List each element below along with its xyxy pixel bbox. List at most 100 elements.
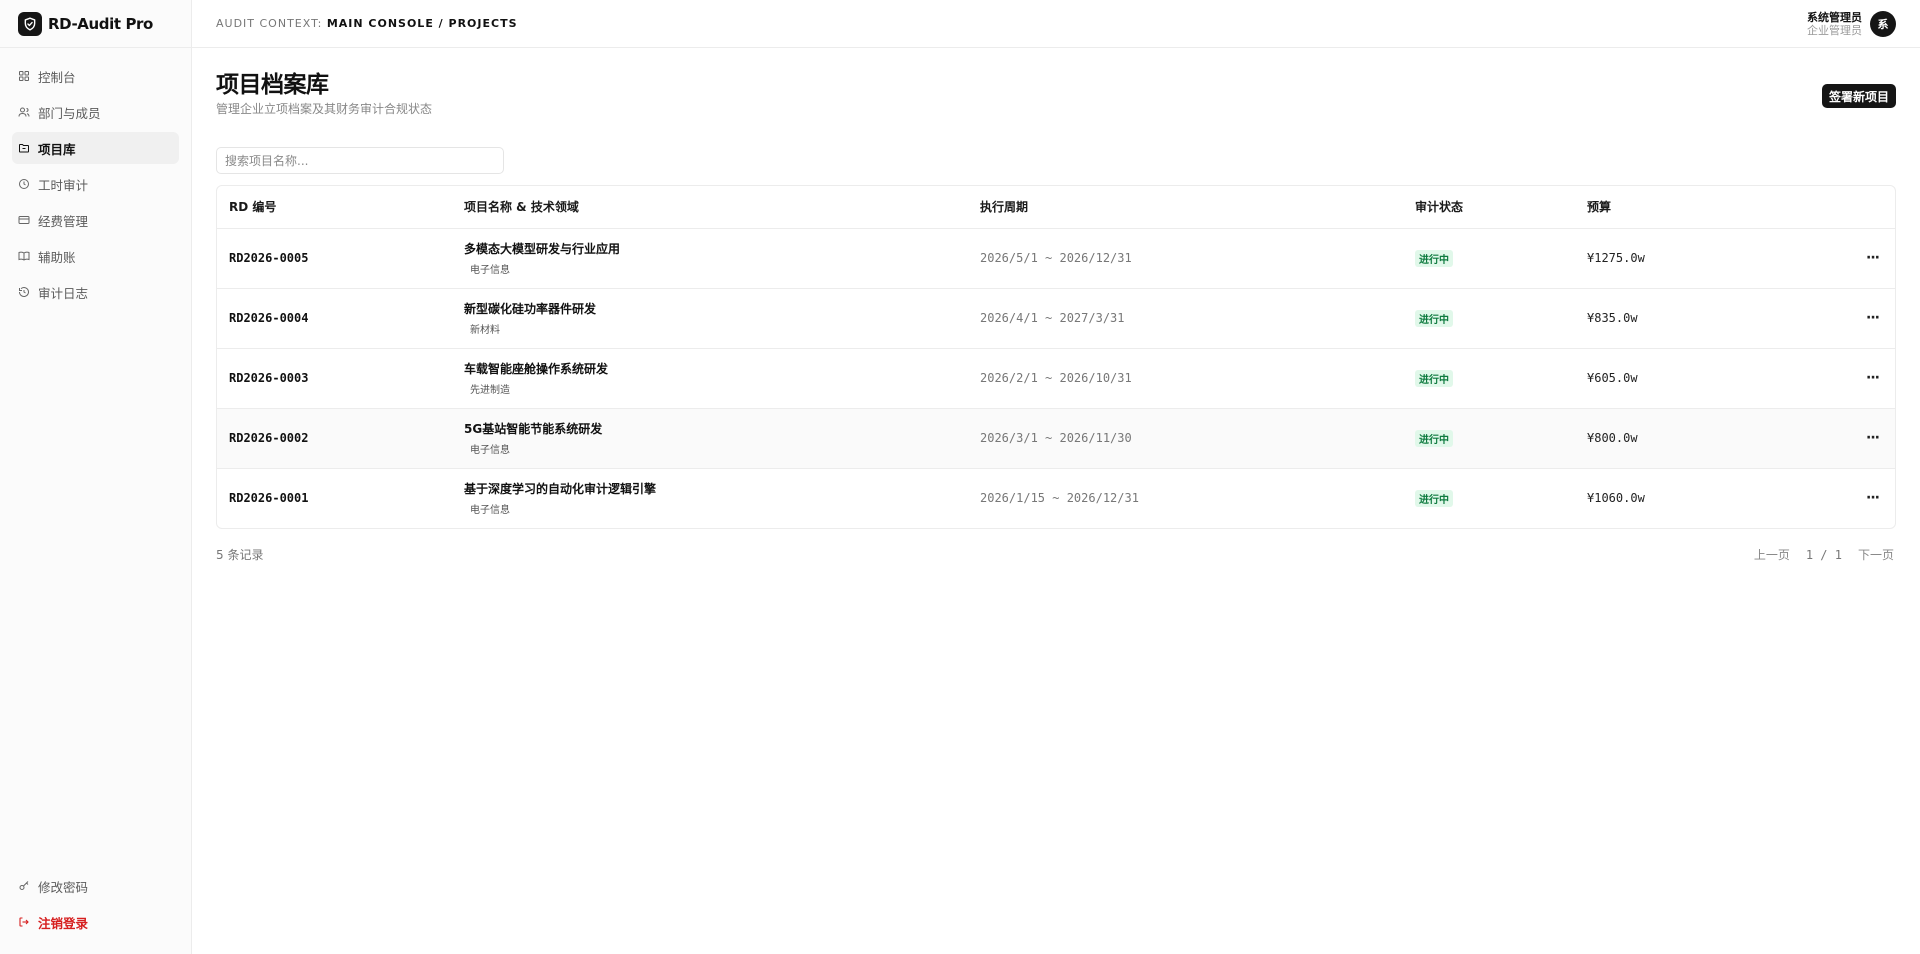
status-badge: 进行中 [1415,429,1453,447]
key-icon [18,880,30,892]
brand[interactable]: RD-Audit Pro [0,0,191,48]
table-header-row: RD 编号 项目名称 & 技术领域 执行周期 审计状态 预算 [217,186,1895,229]
project-name[interactable]: 基于深度学习的自动化审计逻辑引擎 [464,480,980,497]
project-name[interactable]: 5G基站智能节能系统研发 [464,420,980,437]
change-password-label: 修改密码 [38,879,89,895]
sidebar-item-dashboard[interactable]: 控制台 [12,60,179,92]
table-row[interactable]: RD2026-0002 5G基站智能节能系统研发电子信息 2026/3/1 ~ … [217,408,1895,469]
main-content: 项目档案库 管理企业立项档案及其财务审计合规状态 签署新项目 RD 编号 项目名… [216,48,1896,565]
column-header-id[interactable]: RD 编号 [217,186,464,229]
sidebar-nav: 控制台 部门与成员 项目库 工时审计 经费管理 辅助账 审计日志 [0,48,191,308]
column-header-status[interactable]: 审计状态 [1415,186,1587,229]
user-role: 企业管理员 [1807,23,1862,37]
history-icon [18,286,30,298]
sidebar-item-expenses[interactable]: 经费管理 [12,204,179,236]
sidebar: RD-Audit Pro 控制台 部门与成员 项目库 工时审计 经费管理 辅助账 [0,0,192,954]
status-badge: 进行中 [1415,309,1453,327]
project-period: 2026/4/1 ~ 2027/3/31 [980,310,1125,325]
project-budget: ¥605.0w [1587,370,1638,385]
status-badge: 进行中 [1415,249,1453,267]
sidebar-item-label: 经费管理 [38,213,89,229]
more-actions-icon[interactable]: ··· [1866,370,1880,386]
page-title: 项目档案库 [216,72,329,98]
sidebar-item-label: 工时审计 [38,177,89,193]
sidebar-item-audit-log[interactable]: 审计日志 [12,276,179,308]
book-icon [18,250,30,262]
sidebar-item-label: 部门与成员 [38,105,101,121]
sidebar-item-departments[interactable]: 部门与成员 [12,96,179,128]
avatar[interactable]: 系 [1870,10,1896,37]
page-indicator: 1 / 1 [1805,547,1842,562]
project-period: 2026/2/1 ~ 2026/10/31 [980,370,1132,385]
next-page-button[interactable]: 下一页 [1856,544,1896,565]
column-header-period[interactable]: 执行周期 [980,186,1415,229]
logout-button[interactable]: 注销登录 [12,906,179,938]
context-path: MAIN CONSOLE / PROJECTS [326,17,518,30]
project-budget: ¥800.0w [1587,430,1638,445]
change-password-button[interactable]: 修改密码 [12,870,179,902]
project-period: 2026/1/15 ~ 2026/12/31 [980,490,1139,505]
project-id: RD2026-0003 [229,370,309,385]
project-period: 2026/3/1 ~ 2026/11/30 [980,430,1132,445]
search-input[interactable] [216,147,504,174]
column-header-actions [1833,186,1895,229]
table-row[interactable]: RD2026-0004 新型碳化硅功率器件研发新材料 2026/4/1 ~ 20… [217,288,1895,349]
project-field: 电子信息 [470,445,510,456]
project-id: RD2026-0001 [229,490,309,505]
sidebar-item-ledger[interactable]: 辅助账 [12,240,179,272]
sidebar-item-projects[interactable]: 项目库 [12,132,179,164]
project-field: 先进制造 [470,385,510,396]
project-name[interactable]: 新型碳化硅功率器件研发 [464,300,980,317]
more-actions-icon[interactable]: ··· [1866,490,1880,506]
clock-icon [18,178,30,190]
project-id: RD2026-0002 [229,430,309,445]
table-row[interactable]: RD2026-0003 车载智能座舱操作系统研发先进制造 2026/2/1 ~ … [217,348,1895,409]
column-header-name[interactable]: 项目名称 & 技术领域 [464,186,980,229]
pagination: 上一页 1 / 1 下一页 [1752,544,1896,565]
sidebar-item-timesheet-audit[interactable]: 工时审计 [12,168,179,200]
topbar: AUDIT CONTEXT: MAIN CONSOLE / PROJECTS 系… [192,0,1920,48]
sidebar-item-label: 辅助账 [38,249,76,265]
table-row[interactable]: RD2026-0001 基于深度学习的自动化审计逻辑引擎电子信息 2026/1/… [217,468,1895,528]
project-field: 新材料 [470,325,500,336]
page-header: 项目档案库 管理企业立项档案及其财务审计合规状态 签署新项目 [216,72,1896,117]
project-budget: ¥1060.0w [1587,490,1645,505]
sidebar-item-label: 控制台 [38,69,76,85]
user-name: 系统管理员 [1807,10,1862,24]
credit-card-icon [18,214,30,226]
user-menu[interactable]: 系统管理员 企业管理员 系 [1807,10,1896,37]
more-actions-icon[interactable]: ··· [1866,430,1880,446]
more-actions-icon[interactable]: ··· [1866,250,1880,266]
table-row[interactable]: RD2026-0005 多模态大模型研发与行业应用电子信息 2026/5/1 ~… [217,228,1895,289]
sidebar-item-label: 项目库 [38,141,76,157]
column-header-budget[interactable]: 预算 [1587,186,1833,229]
dashboard-icon [18,70,30,82]
breadcrumb: AUDIT CONTEXT: MAIN CONSOLE / PROJECTS [216,17,518,30]
projects-table: RD 编号 项目名称 & 技术领域 执行周期 审计状态 预算 RD2026-00… [216,185,1896,529]
project-field: 电子信息 [470,505,510,517]
page-subtitle: 管理企业立项档案及其财务审计合规状态 [216,102,433,116]
prev-page-button[interactable]: 上一页 [1752,544,1792,565]
folder-icon [18,142,30,154]
project-id: RD2026-0004 [229,310,309,325]
project-name[interactable]: 多模态大模型研发与行业应用 [464,240,980,257]
record-count: 5 条记录 [216,548,264,562]
project-period: 2026/5/1 ~ 2026/12/31 [980,250,1132,265]
user-info: 系统管理员 企业管理员 [1807,11,1862,37]
project-budget: ¥1275.0w [1587,250,1645,265]
shield-check-icon [18,11,42,36]
project-id: RD2026-0005 [229,250,309,265]
brand-name: RD-Audit Pro [48,14,153,33]
more-actions-icon[interactable]: ··· [1866,310,1880,326]
project-field: 电子信息 [470,265,510,276]
status-badge: 进行中 [1415,489,1453,507]
logout-label: 注销登录 [38,915,89,931]
new-project-button[interactable]: 签署新项目 [1821,84,1896,108]
users-icon [18,106,30,118]
sidebar-bottom: 修改密码 注销登录 [12,870,179,942]
project-name[interactable]: 车载智能座舱操作系统研发 [464,360,980,377]
sidebar-item-label: 审计日志 [38,285,89,301]
context-label: AUDIT CONTEXT: [216,17,323,30]
status-badge: 进行中 [1415,369,1453,387]
logout-icon [18,916,30,928]
